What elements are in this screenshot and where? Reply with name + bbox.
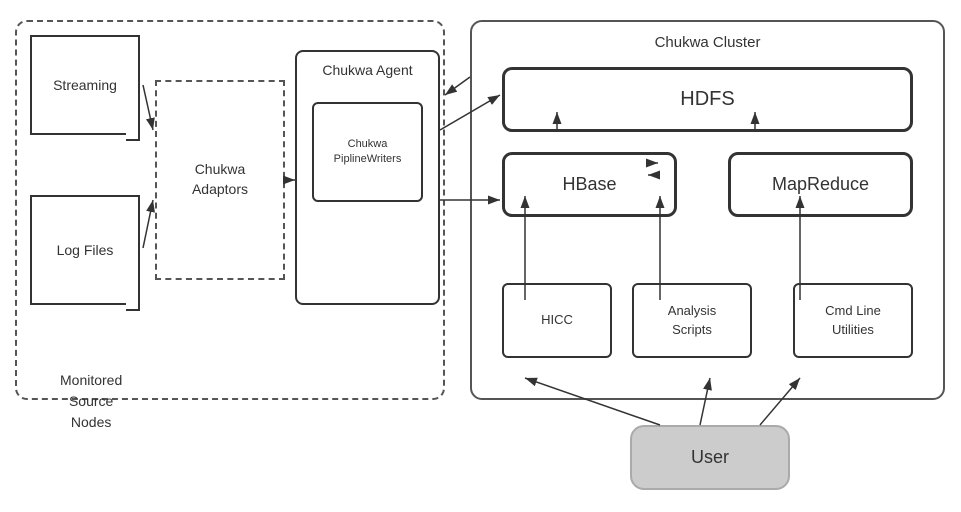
agent-title: Chukwa Agent [297, 52, 438, 78]
monitored-source-nodes-label: MonitoredSourceNodes [60, 370, 122, 512]
cmdline-label: Cmd LineUtilities [825, 302, 881, 338]
cmdline-box: Cmd LineUtilities [793, 283, 913, 358]
mapreduce-box: MapReduce [728, 152, 913, 217]
hbase-label: HBase [562, 174, 616, 195]
pipeline-box: ChukwaPiplineWriters [312, 102, 423, 202]
user-box: User [630, 425, 790, 490]
logfiles-box: Log Files [30, 195, 140, 305]
hdfs-label: HDFS [680, 88, 734, 111]
hbase-box: HBase [502, 152, 677, 217]
adaptors-box: ChukwaAdaptors [155, 80, 285, 280]
streaming-label: Streaming [53, 77, 117, 93]
chukwa-cluster-title: Chukwa Cluster [472, 22, 943, 51]
user-label: User [691, 447, 729, 468]
hicc-label: HICC [541, 311, 573, 329]
adaptors-label: ChukwaAdaptors [192, 160, 248, 199]
agent-box: Chukwa Agent ChukwaPiplineWriters [295, 50, 440, 305]
diagram-container: MonitoredSourceNodes Streaming Log Files… [0, 0, 961, 507]
mapreduce-label: MapReduce [772, 174, 869, 195]
analysis-scripts-box: AnalysisScripts [632, 283, 752, 358]
pipeline-label: ChukwaPiplineWriters [334, 137, 402, 168]
streaming-box: Streaming [30, 35, 140, 135]
right-panel: Chukwa Cluster HDFS HBase MapReduce HICC… [470, 20, 945, 400]
hdfs-box: HDFS [502, 67, 913, 132]
analysis-label: AnalysisScripts [668, 302, 716, 338]
logfiles-label: Log Files [57, 242, 114, 258]
hicc-box: HICC [502, 283, 612, 358]
